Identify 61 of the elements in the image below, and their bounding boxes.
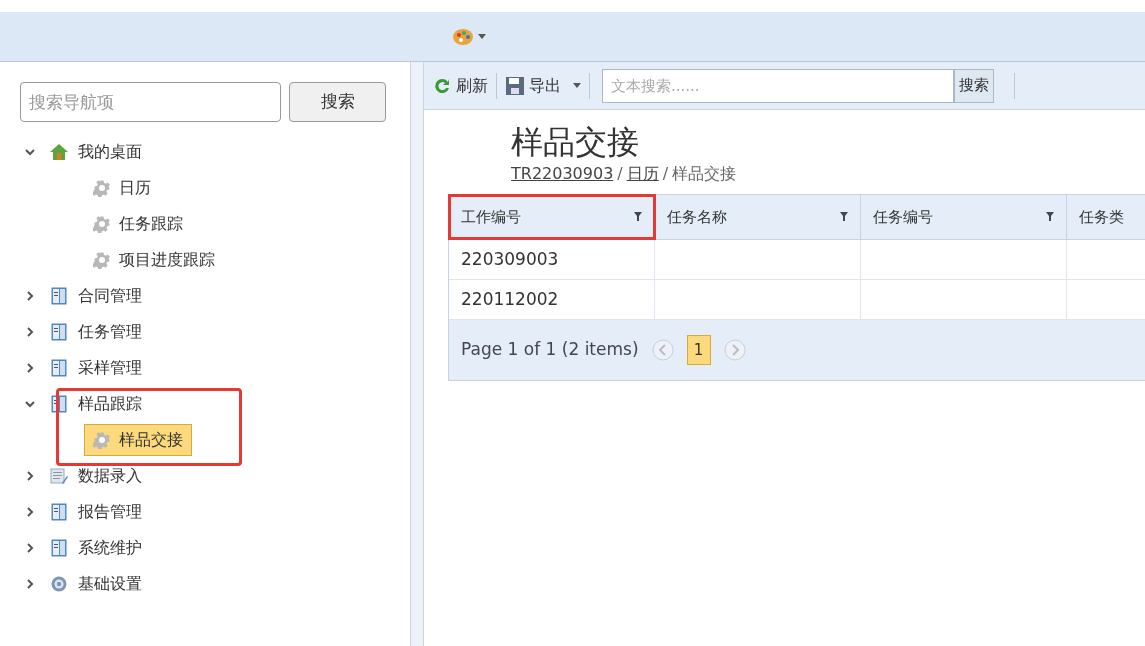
- column-header[interactable]: 工作编号: [449, 195, 655, 239]
- book-icon: [51, 539, 67, 557]
- page-summary: Page 1 of 1 (2 items): [461, 338, 639, 362]
- tree-item[interactable]: 样品交接: [84, 424, 192, 456]
- book-icon: [51, 287, 67, 305]
- caret-icon: [573, 82, 581, 89]
- gear-icon: [50, 575, 68, 593]
- chevron-right-icon[interactable]: [25, 471, 35, 481]
- column-header[interactable]: 任务编号: [861, 195, 1067, 239]
- tree-item[interactable]: 任务管理: [78, 320, 142, 344]
- tree-item[interactable]: 我的桌面: [78, 140, 142, 164]
- gear-icon: [93, 431, 111, 449]
- search-button[interactable]: 搜索: [954, 68, 994, 103]
- chevron-right-icon[interactable]: [25, 327, 35, 337]
- tree-item[interactable]: 采样管理: [78, 356, 142, 380]
- column-header[interactable]: 任务类: [1067, 195, 1145, 239]
- gear-icon: [93, 251, 111, 269]
- tree-item[interactable]: 系统维护: [78, 536, 142, 560]
- chevron-right-icon[interactable]: [25, 579, 35, 589]
- book-icon: [51, 359, 67, 377]
- column-header[interactable]: 任务名称: [655, 195, 861, 239]
- chevron-right-icon[interactable]: [25, 543, 35, 553]
- page-title: 样品交接: [511, 122, 640, 162]
- filter-icon[interactable]: [1046, 212, 1054, 222]
- breadcrumb-link[interactable]: TR22030903: [511, 162, 614, 186]
- tree-item[interactable]: 报告管理: [78, 500, 142, 524]
- book-icon: [51, 503, 67, 521]
- breadcrumb-link[interactable]: 日历: [626, 162, 659, 186]
- breadcrumb-current: 样品交接: [672, 163, 737, 185]
- export-button[interactable]: 导出: [505, 73, 581, 98]
- chevron-right-icon[interactable]: [25, 291, 35, 301]
- breadcrumb-separator: /: [617, 163, 623, 185]
- tree-item[interactable]: 日历: [84, 172, 160, 204]
- tree-item[interactable]: 基础设置: [78, 572, 142, 596]
- book-icon: [51, 323, 67, 341]
- notepad-icon: [50, 467, 68, 485]
- search-button[interactable]: 搜索: [289, 82, 386, 122]
- page-button[interactable]: 1: [686, 335, 711, 365]
- breadcrumb-separator: /: [662, 163, 669, 185]
- table-cell: 220112002: [449, 280, 655, 319]
- tree-item[interactable]: 项目进度跟踪: [84, 244, 224, 276]
- chevron-down-icon[interactable]: [25, 399, 35, 409]
- caret-icon[interactable]: [478, 33, 486, 40]
- chevron-right-icon[interactable]: [25, 363, 35, 373]
- tree-item[interactable]: 任务跟踪: [84, 208, 192, 240]
- chevron-down-icon[interactable]: [25, 147, 35, 157]
- search-field[interactable]: 搜索导航项: [20, 82, 281, 122]
- tree-item[interactable]: 合同管理: [78, 284, 142, 308]
- tree-item[interactable]: 样品跟踪: [78, 392, 142, 416]
- refresh-button[interactable]: 刷新: [432, 73, 488, 98]
- text-search-field[interactable]: 文本搜索......: [602, 68, 954, 103]
- save-icon: [505, 75, 525, 96]
- house-icon: [49, 143, 69, 161]
- gear-icon: [93, 179, 111, 197]
- filter-icon[interactable]: [634, 212, 642, 222]
- table-cell: 220309003: [449, 240, 655, 279]
- tree-item[interactable]: 数据录入: [78, 464, 142, 488]
- chevron-right-icon[interactable]: [25, 507, 35, 517]
- filter-icon[interactable]: [840, 212, 848, 222]
- gear-icon: [93, 215, 111, 233]
- palette-icon[interactable]: [452, 27, 474, 46]
